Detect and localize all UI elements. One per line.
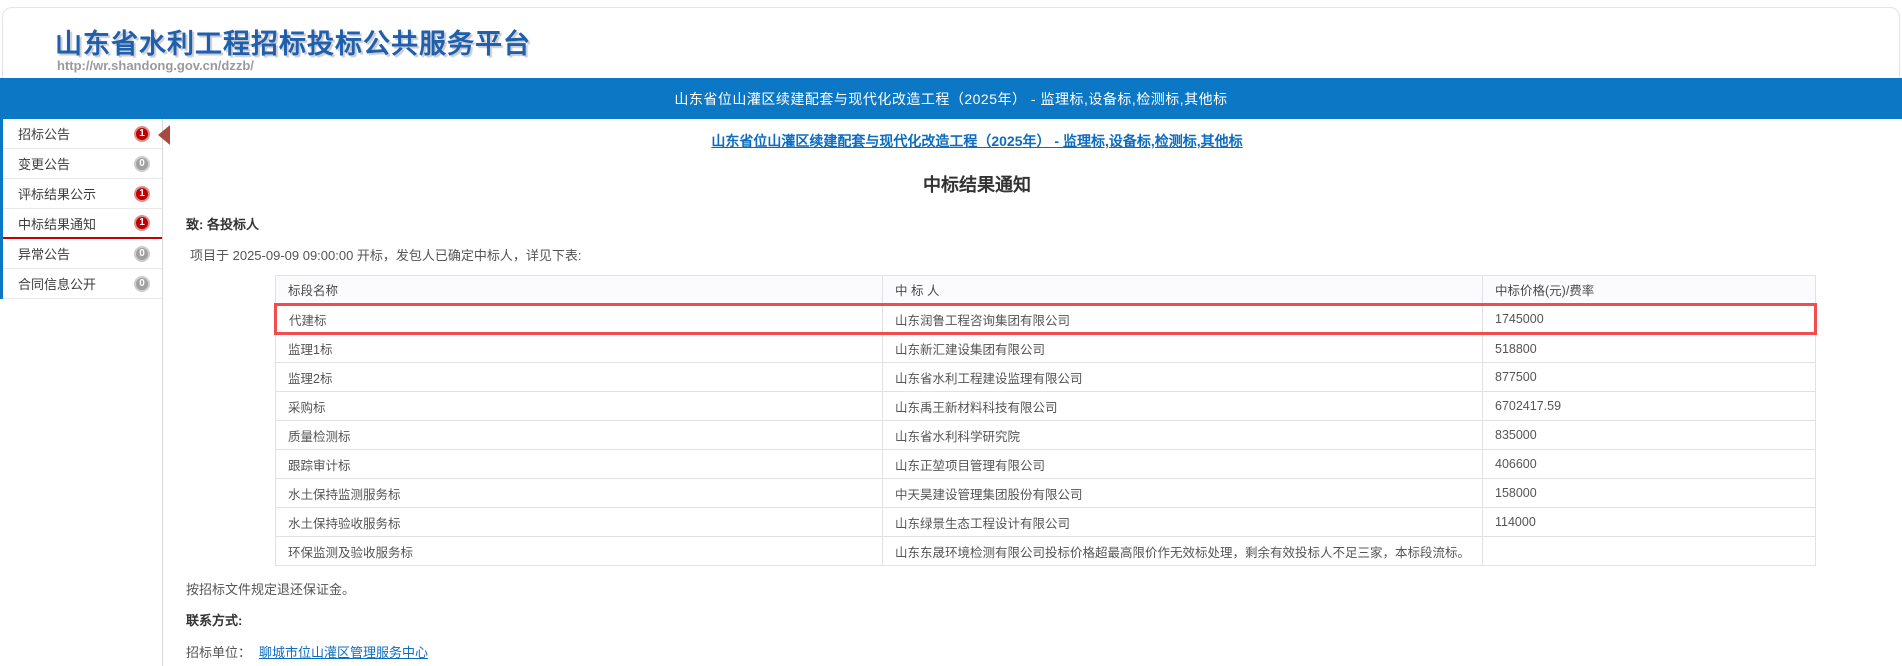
sidebar-item-label: 异常公告 — [18, 244, 70, 263]
contact-heading: 联系方式: — [186, 610, 1902, 629]
section-cell: 跟踪审计标 — [276, 450, 883, 479]
winner-cell: 山东省水利工程建设监理有限公司 — [883, 363, 1483, 392]
price-cell: 406600 — [1483, 450, 1816, 479]
contact-line: 招标单位： 聊城市位山灌区管理服务中心 — [186, 642, 1902, 661]
count-badge: 1 — [134, 215, 150, 231]
table-row[interactable]: 监理2标山东省水利工程建设监理有限公司877500 — [276, 363, 1816, 392]
result-table-header: 标段名称 中 标 人 中标价格(元)/费率 — [276, 276, 1816, 305]
winner-cell: 中天昊建设管理集团股份有限公司 — [883, 479, 1483, 508]
site-header: 山东省水利工程招标投标公共服务平台 http://wr.shandong.gov… — [0, 0, 1902, 78]
sidebar-item-变更公告[interactable]: 变更公告 0 — [3, 149, 162, 179]
project-banner: 山东省位山灌区续建配套与现代化改造工程（2025年） - 监理标,设备标,检测标… — [0, 78, 1902, 119]
table-row[interactable]: 采购标山东禹王新材料科技有限公司6702417.59 — [276, 392, 1816, 421]
table-row[interactable]: 监理1标山东新汇建设集团有限公司518800 — [276, 334, 1816, 363]
winner-cell: 山东省水利科学研究院 — [883, 421, 1483, 450]
winner-cell: 山东正堃项目管理有限公司 — [883, 450, 1483, 479]
section-cell: 质量检测标 — [276, 421, 883, 450]
table-row[interactable]: 跟踪审计标山东正堃项目管理有限公司406600 — [276, 450, 1816, 479]
contact-list: 招标单位：聊城市位山灌区管理服务中心招标代理：山东正信招标有限责任公司日 期：2… — [164, 642, 1902, 666]
result-table: 标段名称 中 标 人 中标价格(元)/费率 代建标山东润鲁工程咨询集团有限公司1… — [274, 275, 1817, 566]
banner-title: 山东省位山灌区续建配套与现代化改造工程（2025年） - 监理标,设备标,检测标… — [674, 89, 1227, 109]
section-cell: 监理1标 — [276, 334, 883, 363]
sidebar: 招标公告 1 变更公告 0 评标结果公示 1 中标结果通知 1 异常公告 0 合同信息公开 0 — [0, 119, 163, 666]
col-header-winner: 中 标 人 — [883, 276, 1483, 305]
section-cell: 水土保持监测服务标 — [276, 479, 883, 508]
winner-cell: 山东新汇建设集团有限公司 — [883, 334, 1483, 363]
project-link[interactable]: 山东省位山灌区续建配套与现代化改造工程（2025年） - 监理标,设备标,检测标… — [711, 133, 1242, 149]
site-url: http://wr.shandong.gov.cn/dzzb/ — [57, 58, 254, 73]
count-badge: 0 — [134, 276, 150, 292]
winner-cell: 山东绿景生态工程设计有限公司 — [883, 508, 1483, 537]
price-cell: 158000 — [1483, 479, 1816, 508]
count-badge: 1 — [134, 186, 150, 202]
section-cell: 采购标 — [276, 392, 883, 421]
section-cell: 水土保持验收服务标 — [276, 508, 883, 537]
sidebar-item-合同信息公开[interactable]: 合同信息公开 0 — [3, 269, 162, 299]
sidebar-item-label: 中标结果通知 — [18, 214, 96, 233]
winner-cell: 山东东晟环境检测有限公司投标价格超最高限价作无效标处理，剩余有效投标人不足三家，… — [883, 537, 1483, 566]
price-cell: 835000 — [1483, 421, 1816, 450]
contact-label: 招标单位： — [186, 645, 251, 660]
section-cell: 环保监测及验收服务标 — [276, 537, 883, 566]
price-cell: 877500 — [1483, 363, 1816, 392]
intro-text: 项目于 2025-09-09 09:00:00 开标，发包人已确定中标人，详见下… — [190, 245, 1902, 264]
sidebar-item-label: 合同信息公开 — [18, 274, 96, 293]
sidebar-menu: 招标公告 1 变更公告 0 评标结果公示 1 中标结果通知 1 异常公告 0 合同信息公开 0 — [0, 119, 162, 299]
contact-link[interactable]: 聊城市位山灌区管理服务中心 — [259, 645, 428, 660]
sidebar-item-label: 招标公告 — [18, 124, 70, 143]
sidebar-item-中标结果通知[interactable]: 中标结果通知 1 — [3, 209, 162, 239]
count-badge: 0 — [134, 246, 150, 262]
main-content: 山东省位山灌区续建配套与现代化改造工程（2025年） - 监理标,设备标,检测标… — [164, 119, 1902, 666]
salutation: 致: 各投标人 — [186, 214, 1902, 233]
table-row[interactable]: 质量检测标山东省水利科学研究院835000 — [276, 421, 1816, 450]
site-logo[interactable]: 山东省水利工程招标投标公共服务平台 — [55, 22, 531, 61]
price-cell — [1483, 537, 1816, 566]
sidebar-item-评标结果公示[interactable]: 评标结果公示 1 — [3, 179, 162, 209]
table-row[interactable]: 水土保持验收服务标山东绿景生态工程设计有限公司114000 — [276, 508, 1816, 537]
deposit-note: 按招标文件规定退还保证金。 — [186, 579, 1902, 598]
sidebar-item-招标公告[interactable]: 招标公告 1 — [3, 119, 162, 149]
col-header-section: 标段名称 — [276, 276, 883, 305]
sidebar-item-异常公告[interactable]: 异常公告 0 — [3, 239, 162, 269]
price-cell: 1745000 — [1483, 305, 1816, 334]
col-header-price: 中标价格(元)/费率 — [1483, 276, 1816, 305]
page-title: 中标结果通知 — [164, 171, 1790, 197]
table-row[interactable]: 代建标山东润鲁工程咨询集团有限公司1745000 — [276, 305, 1816, 334]
price-cell: 6702417.59 — [1483, 392, 1816, 421]
project-link-row: 山东省位山灌区续建配套与现代化改造工程（2025年） - 监理标,设备标,检测标… — [164, 131, 1790, 151]
count-badge: 0 — [134, 156, 150, 172]
price-cell: 114000 — [1483, 508, 1816, 537]
active-pointer-icon — [158, 125, 170, 145]
table-row[interactable]: 水土保持监测服务标中天昊建设管理集团股份有限公司158000 — [276, 479, 1816, 508]
sidebar-item-label: 评标结果公示 — [18, 184, 96, 203]
winner-cell: 山东禹王新材料科技有限公司 — [883, 392, 1483, 421]
section-cell: 监理2标 — [276, 363, 883, 392]
sidebar-item-label: 变更公告 — [18, 154, 70, 173]
price-cell: 518800 — [1483, 334, 1816, 363]
winner-cell: 山东润鲁工程咨询集团有限公司 — [883, 305, 1483, 334]
count-badge: 1 — [134, 126, 150, 142]
section-cell: 代建标 — [276, 305, 883, 334]
page: 山东省水利工程招标投标公共服务平台 http://wr.shandong.gov… — [0, 0, 1902, 666]
table-row[interactable]: 环保监测及验收服务标山东东晟环境检测有限公司投标价格超最高限价作无效标处理，剩余… — [276, 537, 1816, 566]
